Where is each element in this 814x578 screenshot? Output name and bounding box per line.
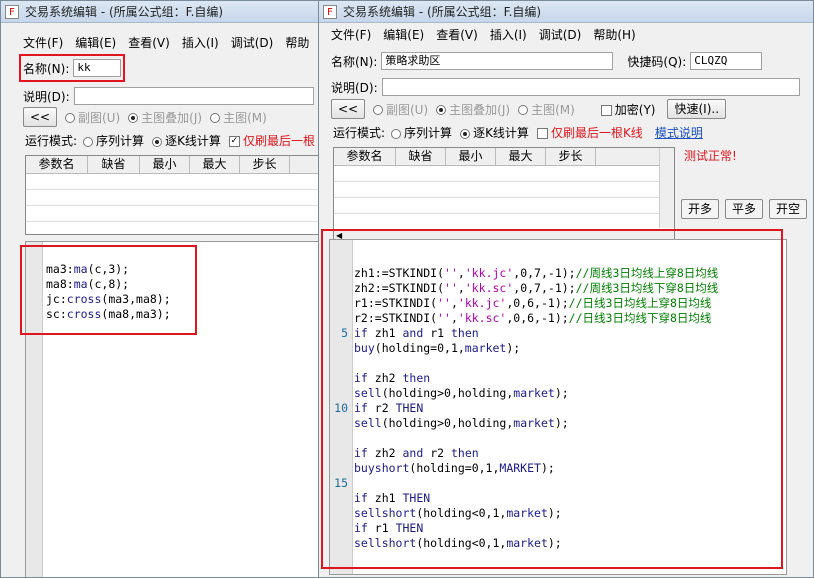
menu-debug[interactable]: 调试(D) [231, 34, 274, 51]
right-window-title: 交易系统编辑 - (所属公式组：F.自编) [343, 5, 542, 19]
encrypt-checkbox[interactable]: 加密(Y) [600, 101, 655, 118]
checkbox-icon [600, 104, 612, 116]
run-mode-label: 运行模式: [25, 134, 78, 148]
quick-button[interactable]: 快速(I).. [667, 99, 727, 119]
menu-insert[interactable]: 插入(I) [182, 34, 219, 51]
desc-input[interactable] [381, 78, 800, 96]
chart-opt-overlay[interactable]: 主图叠加(J) [128, 109, 202, 126]
radio-icon [128, 113, 139, 123]
col-max[interactable]: 最大 [190, 156, 240, 173]
col-max[interactable]: 最大 [496, 148, 546, 165]
desc-input[interactable] [73, 87, 314, 105]
run-mode-label: 运行模式: [333, 126, 386, 140]
app-icon: F [323, 4, 337, 19]
chart-opt-sub[interactable]: 副图(U) [373, 101, 428, 118]
code-highlight-box [20, 245, 197, 335]
radio-icon [391, 128, 402, 139]
mode-help-link[interactable]: 模式说明 [655, 124, 703, 141]
menu-insert[interactable]: 插入(I) [490, 26, 527, 43]
refresh-last-checkbox[interactable]: 仅刷最后一根K线 [536, 124, 643, 141]
radio-icon [152, 136, 163, 147]
menu-file[interactable]: 文件(F) [23, 34, 63, 51]
radio-icon [518, 105, 529, 115]
right-titlebar[interactable]: F 交易系统编辑 - (所属公式组：F.自编) [319, 1, 813, 23]
menu-help[interactable]: 帮助(H) [593, 26, 635, 43]
app-icon: F [5, 4, 19, 19]
col-min[interactable]: 最小 [446, 148, 496, 165]
table-row[interactable] [26, 190, 321, 206]
check-icon: ✓ [228, 136, 240, 147]
collapse-button[interactable]: << [331, 99, 365, 119]
table-row[interactable] [26, 174, 321, 190]
desc-label: 说明(D): [331, 80, 378, 95]
col-default[interactable]: 缺省 [396, 148, 446, 165]
name-label: 名称(N): [331, 54, 378, 69]
right-menubar: 文件(F) 编辑(E) 查看(V) 插入(I) 调试(D) 帮助(H) [325, 25, 813, 43]
radio-icon [83, 136, 94, 147]
menu-help[interactable]: 帮助 [285, 34, 309, 51]
menu-edit[interactable]: 编辑(E) [75, 34, 116, 51]
col-min[interactable]: 最小 [140, 156, 190, 173]
radio-icon [373, 105, 383, 115]
chart-opt-sub[interactable]: 副图(U) [65, 109, 120, 126]
refresh-last-checkbox[interactable]: ✓ 仅刷最后一根 [228, 132, 315, 149]
run-opt-sequence[interactable]: 序列计算 [391, 124, 452, 141]
table-row[interactable] [334, 214, 674, 230]
test-status: 测试正常! [684, 149, 737, 163]
col-step[interactable]: 步长 [240, 156, 290, 173]
menu-debug[interactable]: 调试(D) [539, 26, 582, 43]
left-titlebar[interactable]: F 交易系统编辑 - (所属公式组：F.自编) [1, 1, 321, 23]
col-default[interactable]: 缺省 [88, 156, 140, 173]
checkbox-icon [536, 128, 548, 139]
radio-icon [65, 113, 75, 123]
table-row[interactable] [334, 166, 674, 182]
shortcut-label: 快捷码(Q): [627, 54, 687, 69]
left-param-grid[interactable]: 参数名 缺省 最小 最大 步长 [25, 155, 321, 235]
run-opt-sequence[interactable]: 序列计算 [83, 132, 144, 149]
collapse-button[interactable]: << [23, 107, 57, 127]
desc-label: 说明(D): [23, 89, 70, 104]
code-highlight-box [321, 229, 783, 569]
radio-icon [460, 128, 471, 139]
name-input[interactable]: 策略求助区 [381, 52, 614, 70]
col-step[interactable]: 步长 [546, 148, 596, 165]
chart-opt-overlay[interactable]: 主图叠加(J) [436, 101, 510, 118]
col-param-name[interactable]: 参数名 [334, 148, 396, 165]
col-param-name[interactable]: 参数名 [26, 156, 88, 173]
chart-opt-main[interactable]: 主图(M) [210, 109, 267, 126]
tab-open-short[interactable]: 开空 [769, 199, 808, 219]
table-row[interactable] [334, 198, 674, 214]
radio-icon [436, 105, 447, 115]
tab-close-long[interactable]: 平多 [725, 199, 764, 219]
left-editor-window: F 交易系统编辑 - (所属公式组：F.自编) 文件(F) 编辑(E) 查看(V… [0, 0, 322, 578]
table-row[interactable] [26, 206, 321, 222]
right-editor-window: F 交易系统编辑 - (所属公式组：F.自编) 文件(F) 编辑(E) 查看(V… [318, 0, 814, 578]
left-window-title: 交易系统编辑 - (所属公式组：F.自编) [25, 5, 224, 19]
shortcut-input[interactable]: CLQZQ [690, 52, 763, 70]
name-highlight-box [19, 54, 125, 82]
tab-open-long[interactable]: 开多 [681, 199, 720, 219]
menu-view[interactable]: 查看(V) [128, 34, 170, 51]
table-row[interactable] [26, 222, 321, 234]
grid-scrollbar[interactable] [659, 148, 674, 228]
menu-file[interactable]: 文件(F) [331, 26, 371, 43]
run-opt-perbar[interactable]: 逐K线计算 [460, 124, 529, 141]
table-row[interactable] [334, 182, 674, 198]
left-menubar: 文件(F) 编辑(E) 查看(V) 插入(I) 调试(D) 帮助 [17, 33, 321, 51]
radio-icon [210, 113, 221, 123]
menu-view[interactable]: 查看(V) [436, 26, 478, 43]
chart-opt-main[interactable]: 主图(M) [518, 101, 575, 118]
menu-edit[interactable]: 编辑(E) [383, 26, 424, 43]
run-opt-perbar[interactable]: 逐K线计算 [152, 132, 221, 149]
